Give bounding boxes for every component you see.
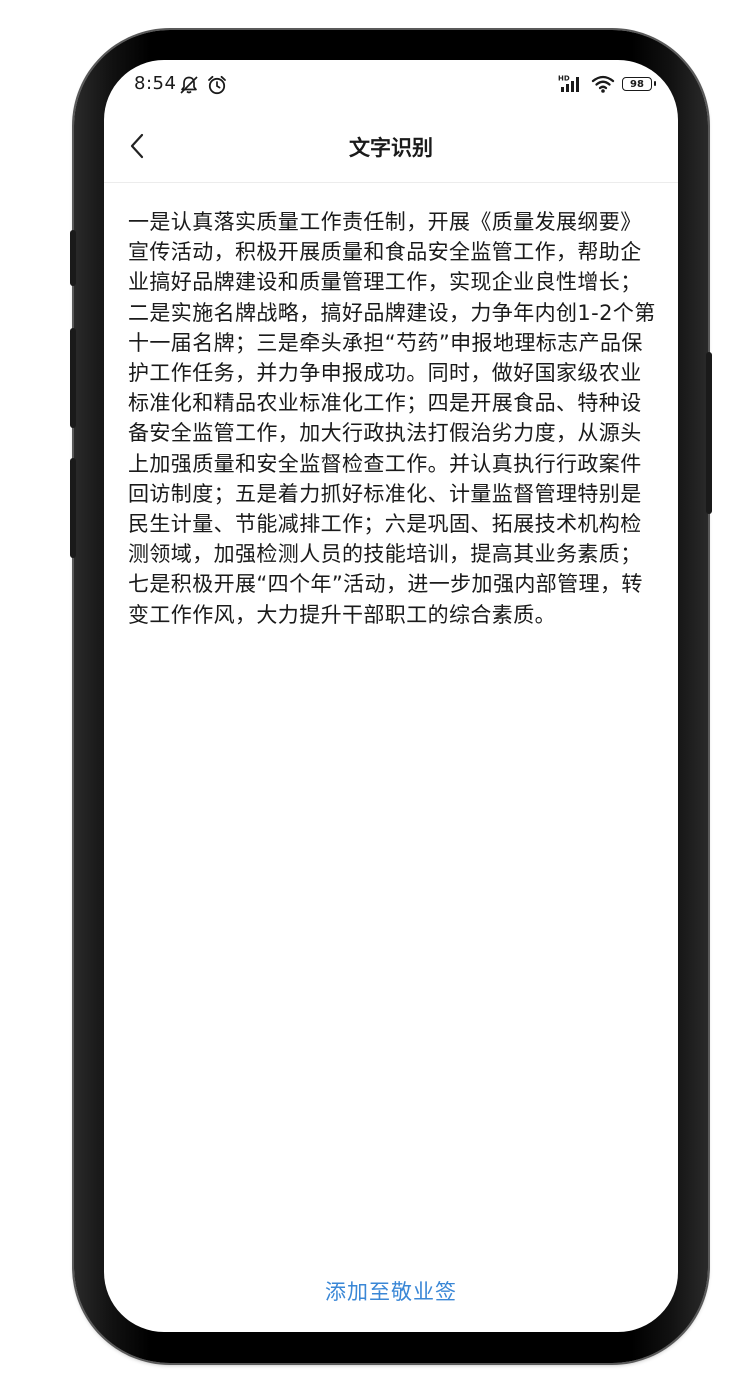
add-to-notes-button[interactable]: 添加至敬业签	[104, 1276, 678, 1306]
status-bar: 8:54 HD 98	[104, 60, 678, 110]
volume-down-button	[70, 458, 76, 558]
volume-up-button	[70, 328, 76, 428]
status-time: 8:54	[134, 73, 177, 94]
alarm-icon	[208, 75, 226, 95]
battery-level: 98	[630, 79, 644, 90]
screen: 8:54 HD 98 文字识别 一是认真落实质量工作责任制，开展《质量发展纲要》…	[104, 60, 678, 1332]
power-button	[706, 352, 712, 514]
notification-muted-icon	[180, 76, 198, 94]
page-title: 文字识别	[349, 136, 433, 160]
svg-text:HD: HD	[558, 75, 570, 83]
wifi-icon	[591, 75, 615, 93]
hd-signal-icon: HD	[558, 75, 579, 92]
battery-icon: 98	[622, 77, 656, 91]
recognized-text[interactable]: 一是认真落实质量工作责任制，开展《质量发展纲要》宣传活动，积极开展质量和食品安全…	[128, 207, 660, 630]
nav-bar: 文字识别	[104, 110, 678, 183]
action-button	[70, 230, 76, 286]
